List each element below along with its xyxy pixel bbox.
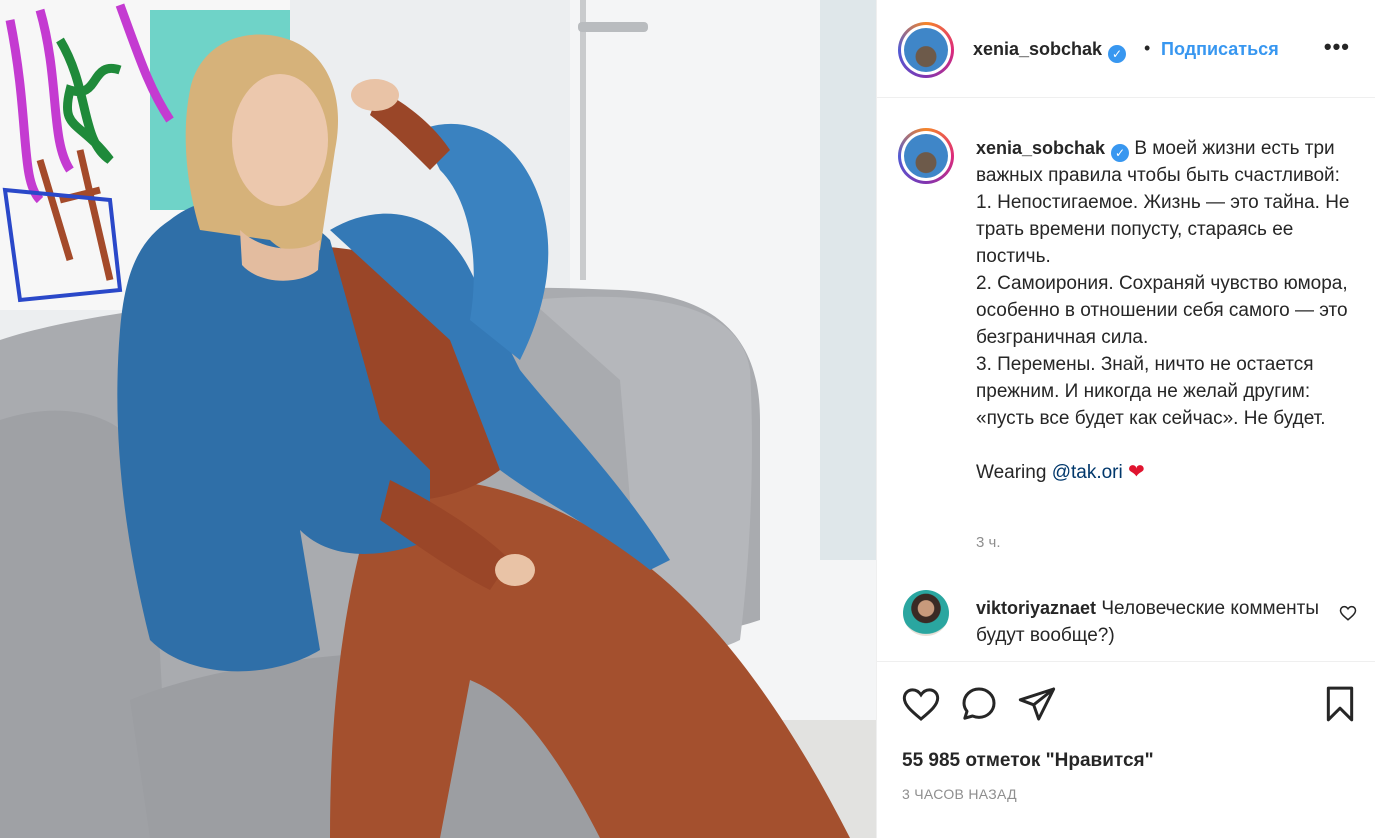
post-date[interactable]: 3 ЧАСОВ НАЗАД bbox=[902, 786, 1017, 802]
likes-count[interactable]: 55 985 отметок "Нравится" bbox=[902, 750, 1154, 772]
comment-text-container: viktoriyaznaet Человеческие комменты буд… bbox=[976, 595, 1336, 649]
heart-icon[interactable] bbox=[901, 684, 941, 724]
comment-icon[interactable] bbox=[959, 684, 999, 724]
caption-mention-link[interactable]: @tak.ori bbox=[1052, 462, 1123, 483]
commenter-avatar[interactable] bbox=[903, 590, 949, 636]
comment-like-heart-icon[interactable] bbox=[1339, 604, 1357, 622]
photo-illustration bbox=[0, 0, 876, 838]
caption-text: В моей жизни есть три важных правила что… bbox=[976, 138, 1350, 483]
caption-block: xenia_sobchak ✓ В моей жизни есть три важ… bbox=[877, 98, 1375, 658]
caption-text-container: xenia_sobchak ✓ В моей жизни есть три важ… bbox=[976, 135, 1361, 486]
header-separator: • bbox=[1144, 38, 1151, 58]
verified-badge-icon: ✓ bbox=[1108, 45, 1127, 63]
verified-badge-icon: ✓ bbox=[1111, 144, 1130, 162]
post-actions: 55 985 отметок "Нравится" 3 ЧАСОВ НАЗАД bbox=[877, 661, 1375, 838]
follow-button[interactable]: Подписаться bbox=[1161, 39, 1279, 60]
more-icon[interactable]: ••• bbox=[1324, 34, 1350, 60]
share-icon[interactable] bbox=[1017, 684, 1057, 724]
post-header: xenia_sobchak ✓ • Подписаться ••• bbox=[877, 0, 1375, 98]
caption-avatar[interactable] bbox=[898, 128, 954, 184]
bookmark-icon[interactable] bbox=[1320, 684, 1360, 724]
caption-username[interactable]: xenia_sobchak bbox=[976, 138, 1105, 158]
post-photo bbox=[0, 0, 876, 838]
author-username-container: xenia_sobchak ✓ bbox=[973, 39, 1127, 63]
post-side-panel: xenia_sobchak ✓ • Подписаться ••• xenia_s… bbox=[876, 0, 1375, 838]
heart-emoji: ❤ bbox=[1128, 461, 1145, 483]
caption-timestamp[interactable]: 3 ч. bbox=[976, 534, 1001, 551]
commenter-username[interactable]: viktoriyaznaet bbox=[976, 598, 1096, 618]
author-username[interactable]: xenia_sobchak bbox=[973, 39, 1102, 59]
comment-item: viktoriyaznaet Человеческие комменты буд… bbox=[877, 590, 1375, 660]
author-avatar[interactable] bbox=[898, 22, 954, 78]
